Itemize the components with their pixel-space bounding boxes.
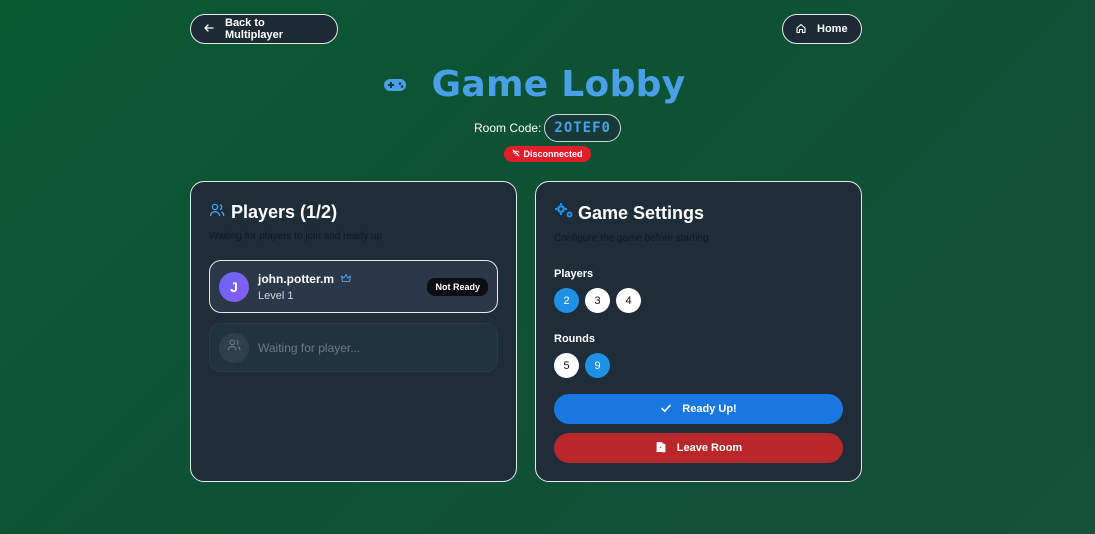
page-header: Game Lobby xyxy=(0,64,1095,105)
players-panel-title: Players (1/2) xyxy=(231,202,338,222)
players-panel-subtitle: Waiting for players to join and ready up xyxy=(209,231,383,242)
home-icon xyxy=(795,22,807,37)
connection-status-text: Disconnected xyxy=(523,149,583,159)
page-title: Game Lobby xyxy=(431,64,686,105)
settings-panel-title: Game Settings xyxy=(578,203,705,223)
crown-icon xyxy=(340,272,352,287)
back-to-multiplayer-button[interactable]: Back to Multiplayer xyxy=(190,14,338,44)
players-option-2[interactable]: 2 xyxy=(554,288,579,313)
player-name: john.potter.m xyxy=(258,272,334,286)
home-button-label: Home xyxy=(817,23,848,35)
game-settings-panel: Game Settings Configure the game before … xyxy=(535,181,862,482)
home-button[interactable]: Home xyxy=(782,14,862,44)
room-code-value[interactable]: 2OTEF0 xyxy=(544,114,621,142)
room-code-row: Room Code: 2OTEF0 xyxy=(0,114,1095,142)
leave-room-label: Leave Room xyxy=(676,442,743,454)
avatar: J xyxy=(219,271,249,302)
ready-up-button[interactable]: Ready Up! xyxy=(554,394,843,424)
players-panel: Players (1/2) Waiting for players to joi… xyxy=(190,181,517,482)
rounds-option-9[interactable]: 9 xyxy=(585,353,610,378)
ready-up-label: Ready Up! xyxy=(682,403,737,415)
player-level: Level 1 xyxy=(258,289,294,302)
back-button-label: Back to Multiplayer xyxy=(225,17,284,41)
players-options: 2 3 4 xyxy=(554,288,843,313)
gears-icon xyxy=(554,202,576,225)
rounds-option-5[interactable]: 5 xyxy=(554,353,579,378)
gamepad-icon xyxy=(382,76,408,94)
arrow-left-icon xyxy=(203,22,215,37)
waiting-text: Waiting for player... xyxy=(258,340,361,355)
wifi-off-icon xyxy=(512,149,520,159)
users-icon xyxy=(227,338,241,357)
empty-slot-avatar xyxy=(219,332,249,363)
users-icon xyxy=(209,202,225,223)
empty-player-slot: Waiting for player... xyxy=(209,323,498,372)
ready-status-badge: Not Ready xyxy=(427,277,488,296)
connection-status-badge: Disconnected xyxy=(504,146,591,162)
rounds-setting-label: Rounds xyxy=(554,333,595,345)
player-row: J john.potter.m Level 1 Not Ready xyxy=(209,260,498,313)
settings-panel-subtitle: Configure the game before starting xyxy=(554,233,709,244)
room-code-label: Room Code: xyxy=(474,121,542,135)
players-option-3[interactable]: 3 xyxy=(585,288,610,313)
rounds-options: 5 9 xyxy=(554,353,843,378)
check-icon xyxy=(660,402,672,417)
players-option-4[interactable]: 4 xyxy=(616,288,641,313)
leave-room-button[interactable]: Leave Room xyxy=(554,433,843,463)
door-icon xyxy=(655,441,667,456)
players-setting-label: Players xyxy=(554,268,594,280)
